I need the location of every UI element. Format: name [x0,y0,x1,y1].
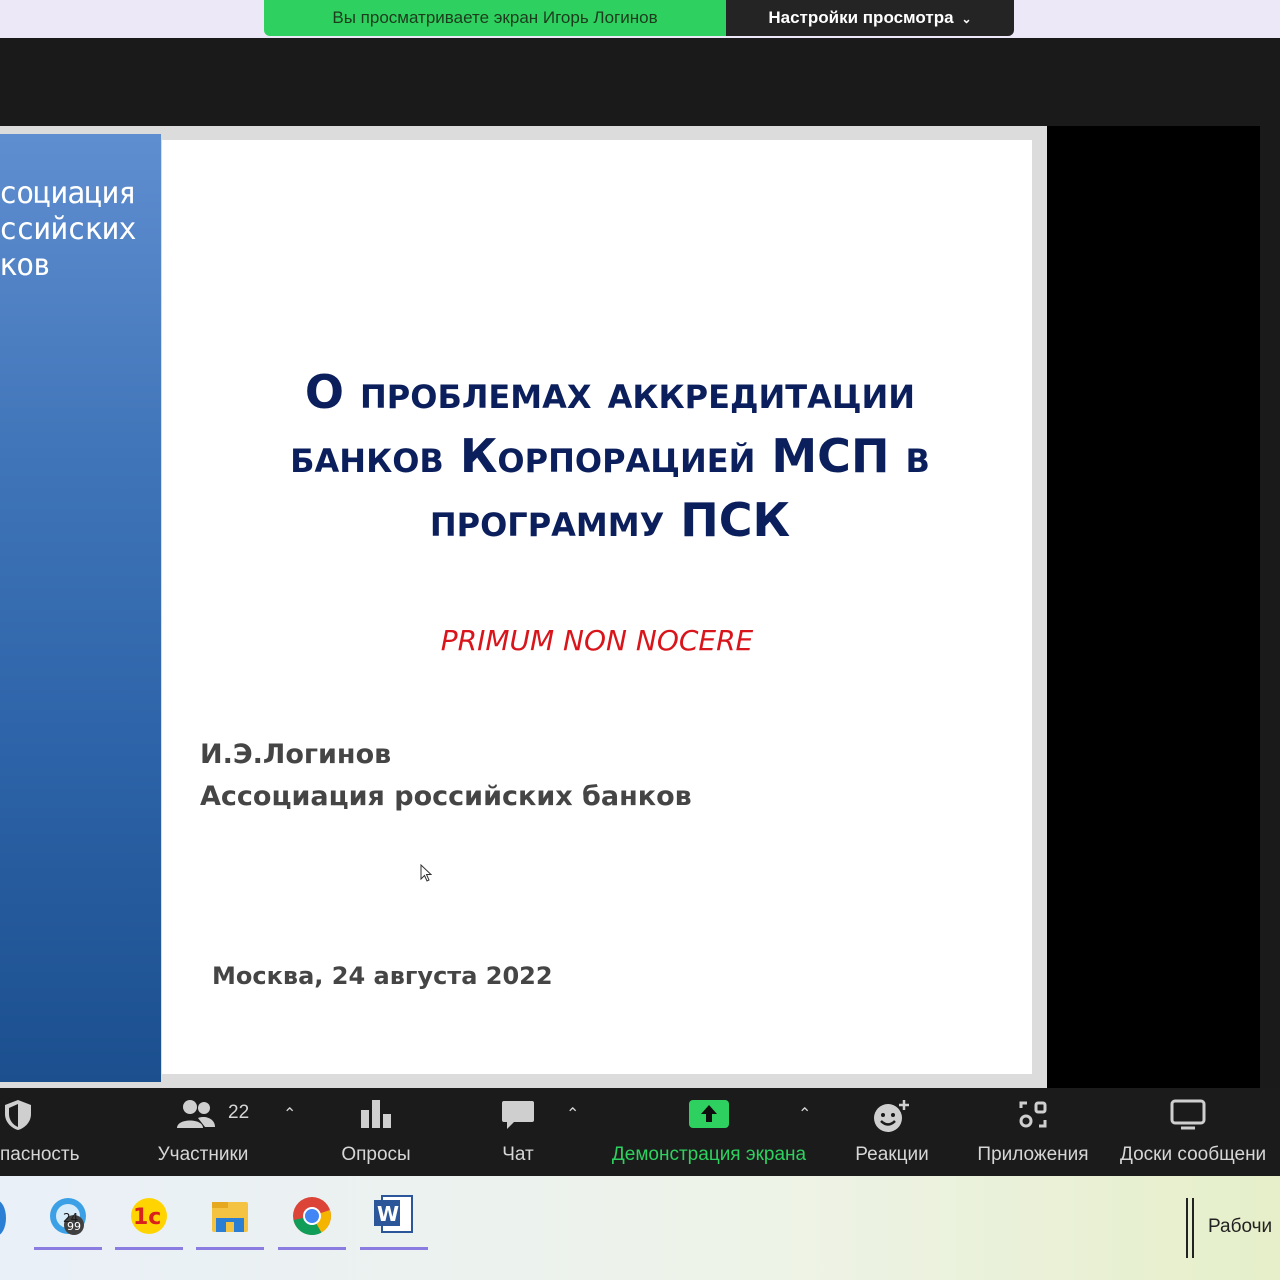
taskbar-1c[interactable]: 1c [115,1190,183,1250]
motto: PRIMUM NON NOCERE [440,624,754,657]
taskbar-mail[interactable]: 24 99 [34,1190,102,1250]
share-screen-button[interactable]: Демонстрация экрана [604,1088,814,1176]
view-settings-button[interactable]: Настройки просмотра ⌄ [726,0,1014,36]
meeting-toolbar: пасность 22 Участники ⌃ Опросы Чат ⌃ Дем… [0,1088,1280,1176]
letterbox [1047,126,1260,1088]
participants-button[interactable]: 22 Участники [148,1088,258,1176]
apps-icon [1019,1101,1047,1128]
mouse-cursor-icon [420,864,432,882]
share-screen-label: Демонстрация экрана [611,1144,807,1165]
os-taskbar: 24 99 1c W Рабочи [0,1176,1280,1280]
participants-caret-icon[interactable]: ⌃ [283,1104,296,1124]
title-line: О проблемах аккредитации [304,365,916,419]
whiteboards-label: Доски сообщени [1120,1144,1267,1165]
slide-title: О проблемах аккредитации банков Корпорац… [182,360,1038,552]
active-indicator [115,1247,183,1250]
author-block: И.Э.Логинов Ассоциация российских банков [200,734,692,818]
whiteboard-icon [1170,1099,1206,1130]
reactions-label: Реакции [855,1144,929,1165]
reactions-icon [874,1100,909,1132]
polls-button[interactable]: Опросы [330,1088,422,1176]
chat-button[interactable]: Чат [484,1088,552,1176]
slide-content: О проблемах аккредитации банков Корпорац… [162,140,1032,1074]
taskbar-chrome[interactable] [278,1190,346,1250]
security-label: пасность [0,1144,80,1165]
whiteboards-button[interactable]: Доски сообщени [1118,1088,1280,1176]
file-explorer-icon [212,1202,248,1232]
desktop-toolbar-label[interactable]: Рабочи [1208,1216,1272,1238]
reactions-button[interactable]: Реакции [846,1088,938,1176]
apps-button[interactable]: Приложения [968,1088,1098,1176]
mail-icon: 24 99 [50,1198,86,1235]
word-icon: W [374,1195,413,1233]
security-button[interactable]: пасность [0,1088,88,1176]
title-line: программу ПСК [429,493,791,547]
date-line: Москва, 24 августа 2022 [212,962,553,990]
1c-icon: 1c [131,1198,167,1234]
taskbar-explorer[interactable] [196,1190,264,1250]
side-association-text: ссоциация оссийских нков [0,176,137,283]
polls-icon [361,1100,391,1128]
participants-label: Участники [157,1144,249,1165]
participants-count: 22 [228,1102,250,1123]
author-name: И.Э.Логинов [200,739,392,770]
participants-icon [177,1100,215,1128]
svg-text:W: W [377,1202,399,1226]
svg-text:99: 99 [67,1220,81,1233]
sharing-banner: Вы просматриваете экран Игорь Логинов [264,0,726,36]
share-screen-icon [689,1100,729,1128]
start-icon[interactable] [0,1200,6,1236]
chat-label: Чат [502,1144,534,1165]
chevron-down-icon: ⌄ [961,12,972,26]
top-bar: Вы просматриваете экран Игорь Логинов На… [0,0,1280,38]
share-caret-icon[interactable]: ⌃ [798,1104,811,1124]
chrome-icon [293,1197,331,1236]
slide-side-panel: ссоциация оссийских нков [0,134,161,1082]
chat-caret-icon[interactable]: ⌃ [566,1104,579,1124]
chat-icon [502,1101,534,1129]
author-org: Ассоциация российских банков [200,781,692,812]
taskbar-separator [1186,1198,1194,1258]
active-indicator [278,1247,346,1250]
polls-label: Опросы [341,1144,411,1165]
apps-label: Приложения [977,1144,1089,1165]
active-indicator [196,1247,264,1250]
title-line: банков Корпорацией МСП в [290,429,930,483]
shield-icon [5,1100,31,1130]
active-indicator [34,1247,102,1250]
view-settings-label: Настройки просмотра [768,8,954,27]
taskbar-word[interactable]: W [360,1190,428,1250]
svg-text:1c: 1c [133,1205,161,1230]
zoom-screen-share: Вы просматриваете экран Игорь Логинов На… [0,0,1280,1280]
active-indicator [360,1247,428,1250]
